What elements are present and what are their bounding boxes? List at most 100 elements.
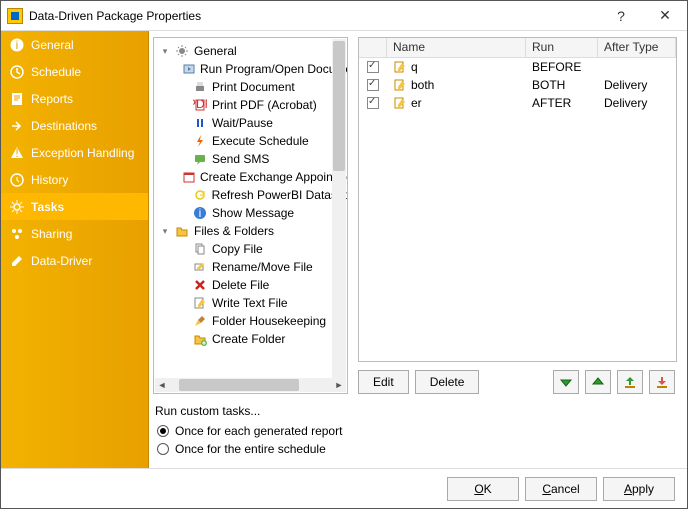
col-after[interactable]: After Type (598, 38, 676, 57)
ok-button[interactable]: OK (447, 477, 519, 501)
tree-label: Show Message (212, 206, 294, 220)
tree-item[interactable]: Copy File (158, 240, 347, 258)
grid-header: Name Run After Type (359, 38, 676, 58)
history-icon (9, 172, 25, 188)
export-button[interactable] (649, 370, 675, 394)
tree-item[interactable]: Send SMS (158, 150, 347, 168)
radio-each-report[interactable]: Once for each generated report (157, 424, 677, 438)
delete-button[interactable]: Delete (415, 370, 480, 394)
radio-icon (157, 443, 169, 455)
sidebar-item-destinations[interactable]: Destinations (1, 112, 148, 139)
row-name: q (411, 60, 418, 74)
sidebar-item-label: Destinations (31, 119, 97, 133)
content: ▾ General Run Program/Open Document Print D… (149, 31, 687, 468)
tree-item[interactable]: Folder Housekeeping (158, 312, 347, 330)
tree-item[interactable]: Refresh PowerBI Dataset (158, 186, 347, 204)
tree-item[interactable]: Create Folder (158, 330, 347, 348)
pause-icon (192, 115, 208, 131)
tree-label: Execute Schedule (212, 134, 309, 148)
sidebar-item-general[interactable]: i General (1, 31, 148, 58)
broom-icon (192, 313, 208, 329)
info-icon: i (9, 37, 25, 53)
table-row[interactable]: bothBOTHDelivery (359, 76, 676, 94)
tree-group[interactable]: ▾ Files & Folders (158, 222, 347, 240)
sidebar-item-tasks[interactable]: Tasks (1, 193, 148, 220)
tree-item[interactable]: PDF Print PDF (Acrobat) (158, 96, 347, 114)
clock-icon (9, 64, 25, 80)
svg-text:i: i (16, 38, 19, 52)
grid-buttons: Edit Delete (358, 370, 677, 394)
sidebar-item-sharing[interactable]: Sharing (1, 220, 148, 247)
row-run: BOTH (526, 78, 598, 92)
edit-button[interactable]: Edit (358, 370, 409, 394)
tree-item[interactable]: Create Exchange Appointment (158, 168, 347, 186)
apply-button[interactable]: Apply (603, 477, 675, 501)
tree-label: General (194, 44, 237, 58)
sidebar-item-exception-handling[interactable]: ! Exception Handling (1, 139, 148, 166)
tree-label: Wait/Pause (212, 116, 273, 130)
tree-item[interactable]: Delete File (158, 276, 347, 294)
sidebar-item-schedule[interactable]: Schedule (1, 58, 148, 85)
tree-item[interactable]: Wait/Pause (158, 114, 347, 132)
tree-item[interactable]: Write Text File (158, 294, 347, 312)
row-checkbox[interactable] (367, 79, 379, 91)
expand-toggle-icon[interactable]: ▾ (160, 226, 170, 237)
tree-label: Run Program/Open Document (200, 62, 347, 76)
radio-each-report-label: Once for each generated report (175, 424, 342, 438)
close-button[interactable]: ✕ (643, 1, 687, 30)
tree-label: Copy File (212, 242, 263, 256)
sidebar-item-label: Tasks (31, 200, 64, 214)
move-down-button[interactable] (553, 370, 579, 394)
row-after: Delivery (598, 96, 676, 110)
tree-item[interactable]: iShow Message (158, 204, 347, 222)
run-icon (182, 61, 196, 77)
radio-entire-schedule-label: Once for the entire schedule (175, 442, 326, 456)
task-icon (393, 60, 407, 74)
col-run[interactable]: Run (526, 38, 598, 57)
tree-label: Folder Housekeeping (212, 314, 326, 328)
tree-label: Rename/Move File (212, 260, 313, 274)
tree-item[interactable]: Execute Schedule (158, 132, 347, 150)
task-icon (393, 78, 407, 92)
tree-item[interactable]: Rename/Move File (158, 258, 347, 276)
sidebar-item-label: General (31, 38, 74, 52)
dialog-footer: OK Cancel Apply (1, 468, 687, 508)
cancel-button[interactable]: Cancel (525, 477, 597, 501)
table-row[interactable]: qBEFORE (359, 58, 676, 76)
task-tree-pane: ▾ General Run Program/Open Document Print D… (153, 37, 348, 394)
radio-entire-schedule[interactable]: Once for the entire schedule (157, 442, 677, 456)
tree-label: Write Text File (212, 296, 288, 310)
tree-vertical-scrollbar[interactable] (332, 39, 346, 378)
tree-label: Print PDF (Acrobat) (212, 98, 317, 112)
sidebar-item-label: Data-Driver (31, 254, 92, 268)
row-checkbox[interactable] (367, 97, 379, 109)
tree-horizontal-scrollbar[interactable]: ◄► (155, 378, 346, 392)
expand-toggle-icon[interactable]: ▾ (160, 46, 170, 57)
tree-item[interactable]: Print Document (158, 78, 347, 96)
tree-label: Print Document (212, 80, 295, 94)
sidebar-item-label: Exception Handling (31, 146, 134, 160)
row-name: er (411, 96, 422, 110)
move-up-button[interactable] (585, 370, 611, 394)
sidebar-item-data-driver[interactable]: Data-Driver (1, 247, 148, 274)
row-run: AFTER (526, 96, 598, 110)
import-button[interactable] (617, 370, 643, 394)
task-tree[interactable]: ▾ General Run Program/Open Document Print D… (153, 37, 348, 394)
tree-label: Files & Folders (194, 224, 274, 238)
pencil-icon (9, 253, 25, 269)
task-grid[interactable]: Name Run After Type qBEFOREbothBOTHDeliv… (358, 37, 677, 362)
tree-label: Send SMS (212, 152, 269, 166)
tree-label: Create Folder (212, 332, 285, 346)
tree-label: Delete File (212, 278, 269, 292)
table-row[interactable]: er AFTERDelivery (359, 94, 676, 112)
col-name[interactable]: Name (387, 38, 526, 57)
svg-text:PDF: PDF (193, 98, 207, 111)
tree-item[interactable]: Run Program/Open Document (158, 60, 347, 78)
svg-text:!: ! (15, 146, 18, 160)
sidebar-item-reports[interactable]: Reports (1, 85, 148, 112)
row-checkbox[interactable] (367, 61, 379, 73)
tree-group[interactable]: ▾ General (158, 42, 347, 60)
col-check[interactable] (359, 38, 387, 57)
help-button[interactable]: ? (599, 1, 643, 30)
sidebar-item-history[interactable]: History (1, 166, 148, 193)
